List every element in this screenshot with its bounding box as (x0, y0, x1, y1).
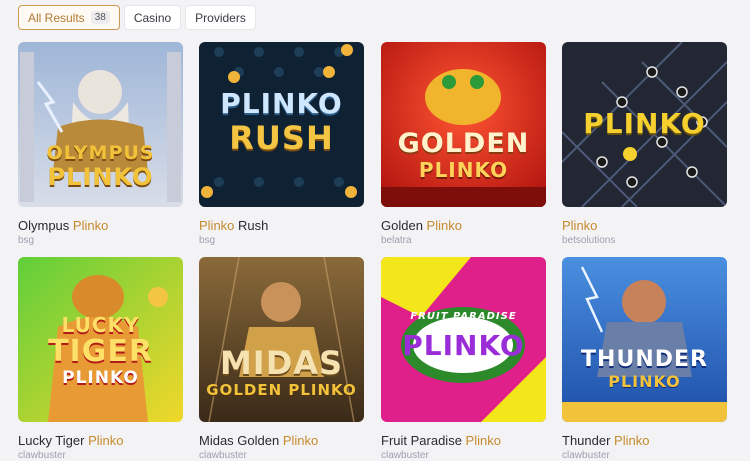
art-line-2: PLINKO (418, 158, 509, 182)
game-thumbnail[interactable]: GOLDEN PLINKO (381, 42, 546, 207)
game-name-highlight: Plinko (199, 218, 235, 233)
game-card[interactable]: FRUIT PARADISE PLINKO Fruit Paradise Pli… (381, 257, 546, 461)
game-name-highlight: Plinko (426, 218, 462, 233)
game-name-highlight: Plinko (562, 218, 598, 233)
art-line-1: PLINKO (220, 87, 343, 120)
game-provider: betsolutions (562, 235, 616, 246)
game-card[interactable]: MIDAS GOLDEN PLINKO Midas Golden Plinko … (199, 257, 364, 461)
art-line-1: OLYMPUS (46, 142, 155, 164)
game-name-highlight: Plinko (614, 433, 650, 448)
art-line-2: TIGER (48, 334, 153, 369)
game-art-thunder (562, 257, 727, 422)
game-thumbnail[interactable]: PLINKO RUSH (199, 42, 364, 207)
game-name-highlight: Plinko (465, 433, 501, 448)
game-card[interactable]: LUCKY TIGER PLINKO Lucky Tiger Plinko cl… (18, 257, 183, 461)
art-line-2: RUSH (229, 119, 334, 157)
game-title[interactable]: Plinko Rush (199, 218, 364, 233)
art-line-3: PLINKO (62, 368, 139, 388)
game-name: Olympus (18, 218, 70, 233)
game-title[interactable]: Golden Plinko (381, 218, 546, 233)
game-title[interactable]: Lucky Tiger Plinko (18, 433, 183, 448)
game-provider: bsg (199, 235, 216, 246)
game-thumbnail[interactable]: LUCKY TIGER PLINKO (18, 257, 183, 422)
game-name-highlight: Plinko (88, 433, 124, 448)
filter-casino[interactable]: Casino (123, 5, 182, 30)
art-line-2: PLINKO (608, 372, 681, 391)
game-provider: clawbuster (199, 450, 247, 461)
game-name: Midas Golden (199, 433, 280, 448)
game-name: Lucky Tiger (18, 433, 85, 448)
game-provider: clawbuster (562, 450, 610, 461)
game-name-highlight: Plinko (282, 433, 319, 448)
game-name: Thunder (562, 433, 611, 448)
filter-bar: All Results 38 Casino Providers (18, 5, 256, 30)
game-title[interactable]: Olympus Plinko (18, 218, 183, 233)
game-thumbnail[interactable]: OLYMPUS PLINKO (18, 42, 183, 207)
game-card[interactable]: PLINKO Plinko betsolutions (562, 42, 727, 246)
game-card[interactable]: PLINKO RUSH Plinko Rush bsg (199, 42, 364, 246)
game-card[interactable]: OLYMPUS PLINKO Olympus Plinko bsg (18, 42, 183, 246)
filter-providers-label: Providers (195, 10, 246, 25)
game-thumbnail[interactable]: MIDAS GOLDEN PLINKO (199, 257, 364, 422)
game-title[interactable]: Thunder Plinko (562, 433, 727, 448)
filter-providers[interactable]: Providers (185, 5, 256, 30)
game-provider: belatra (381, 235, 412, 246)
game-provider: clawbuster (18, 450, 66, 461)
game-thumbnail[interactable]: THUNDER PLINKO (562, 257, 727, 422)
art-line-1: PLINKO (583, 107, 706, 140)
game-card[interactable]: GOLDEN PLINKO Golden Plinko belatra (381, 42, 546, 246)
filter-casino-label: Casino (133, 10, 172, 25)
game-name-highlight: Plinko (72, 218, 109, 233)
game-card[interactable]: THUNDER PLINKO Thunder Plinko clawbuster (562, 257, 727, 461)
game-title[interactable]: Midas Golden Plinko (199, 433, 364, 448)
game-name: Fruit Paradise (381, 433, 462, 448)
game-name: Golden (381, 218, 423, 233)
art-line-1: FRUIT PARADISE (410, 311, 517, 322)
game-title[interactable]: Fruit Paradise Plinko (381, 433, 546, 448)
art-line-1: LUCKY (61, 313, 140, 337)
art-line-1: THUNDER (581, 347, 708, 372)
art-line-2: GOLDEN PLINKO (206, 381, 357, 399)
art-line-1: MIDAS (219, 344, 344, 382)
game-provider: bsg (18, 235, 35, 246)
game-art-golden-plinko (381, 42, 546, 207)
art-line-2: PLINKO (47, 163, 154, 191)
filter-all-results-label: All Results (28, 10, 85, 25)
results-count-badge: 38 (90, 11, 110, 24)
game-provider: clawbuster (381, 450, 429, 461)
filter-all-results[interactable]: All Results 38 (18, 5, 120, 30)
game-thumbnail[interactable]: PLINKO (562, 42, 727, 207)
game-thumbnail[interactable]: FRUIT PARADISE PLINKO (381, 257, 546, 422)
art-line-1: GOLDEN (397, 128, 530, 159)
game-name: Rush (234, 218, 269, 233)
game-title[interactable]: Plinko (562, 218, 727, 233)
art-line-2: PLINKO (402, 329, 525, 362)
